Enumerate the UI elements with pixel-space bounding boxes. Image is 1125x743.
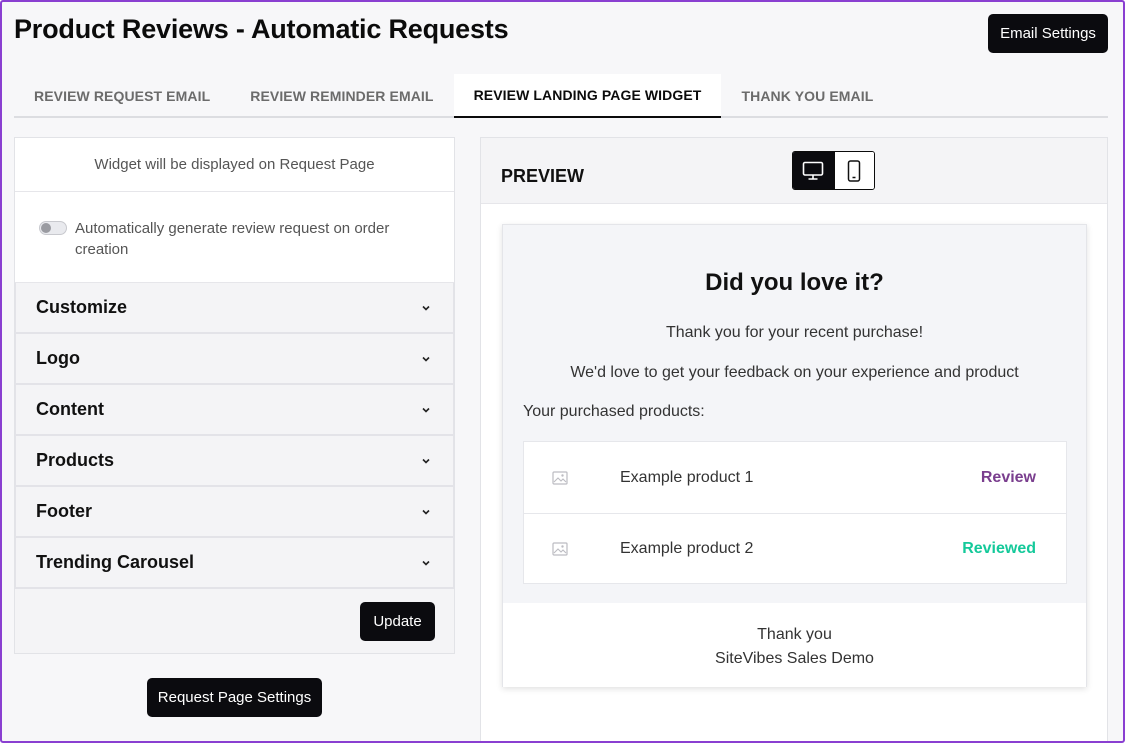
image-placeholder-icon [552,542,568,556]
thank-you-line: Thank you for your recent purchase! [665,324,924,341]
section-label: Content [36,399,104,419]
section-label: Trending Carousel [36,552,195,572]
preview-panel: PREVIEW Did you love it? Thank you for y… [480,137,1108,741]
app-frame: Product Reviews - Automatic Requests Ema… [0,0,1125,743]
footer-thank-you: Thank you [757,626,832,643]
widget-settings-panel: Widget will be displayed on Request Page… [14,137,455,654]
auto-generate-row: Automatically generate review request on… [15,192,454,283]
chevron-down-icon [422,509,430,515]
page-title: Product Reviews - Automatic Requests [14,14,509,44]
tab-review-reminder-email[interactable]: REVIEW REMINDER EMAIL [230,74,453,118]
section-customize[interactable]: Customize [15,283,454,334]
tab-bar: REVIEW REQUEST EMAIL REVIEW REMINDER EMA… [14,74,1108,118]
widget-footer: Thank you SiteVibes Sales Demo [503,603,1086,687]
feedback-line: We'd love to get your feedback on your e… [570,364,1019,381]
preview-label: PREVIEW [501,166,585,186]
section-products[interactable]: Products [15,436,454,487]
image-placeholder-icon [552,470,568,485]
reviewed-status: Reviewed [962,540,1036,557]
product-list: Example product 1 Review Example product… [523,441,1067,584]
update-area: Update [15,589,454,653]
desktop-view-button[interactable] [793,152,834,189]
section-footer[interactable]: Footer [15,487,454,538]
mobile-view-button[interactable] [833,152,874,189]
chevron-down-icon [422,407,430,413]
chevron-down-icon [422,560,430,566]
product-name: Example product 1 [620,468,754,486]
widget-preview-card: Did you love it? Thank you for your rece… [502,224,1087,687]
review-link[interactable]: Review [981,469,1036,487]
section-trending-carousel[interactable]: Trending Carousel [15,538,454,589]
auto-generate-toggle[interactable] [39,221,67,235]
update-button[interactable]: Update [360,602,435,641]
preview-header: PREVIEW [481,138,1107,204]
section-content[interactable]: Content [15,385,454,436]
tab-review-request-email[interactable]: REVIEW REQUEST EMAIL [14,74,230,118]
tab-review-landing-page-widget[interactable]: REVIEW LANDING PAGE WIDGET [453,74,722,118]
widget-title: Did you love it? [705,269,884,296]
widget-display-note: Widget will be displayed on Request Page [15,138,454,192]
chevron-down-icon [422,458,430,464]
section-logo[interactable]: Logo [15,334,454,385]
product-row: Example product 2 Reviewed [524,513,1066,584]
email-settings-button[interactable]: Email Settings [988,14,1108,53]
tab-thank-you-email[interactable]: THANK YOU EMAIL [721,74,893,118]
auto-generate-label: Automatically generate review request on… [75,220,390,258]
section-label: Customize [36,297,128,317]
toggle-knob [41,223,51,233]
desktop-icon [802,161,824,180]
chevron-down-icon [422,356,430,362]
section-label: Footer [36,501,92,521]
request-page-settings-button[interactable]: Request Page Settings [147,678,322,717]
product-name: Example product 2 [620,540,754,557]
footer-store-name: SiteVibes Sales Demo [715,650,874,667]
chevron-down-icon [422,305,430,311]
device-toggle [792,151,875,190]
section-label: Products [36,450,115,470]
purchased-products-label: Your purchased products: [523,403,705,420]
mobile-icon [848,159,861,182]
product-row: Example product 1 Review [524,442,1066,513]
section-label: Logo [36,348,80,368]
